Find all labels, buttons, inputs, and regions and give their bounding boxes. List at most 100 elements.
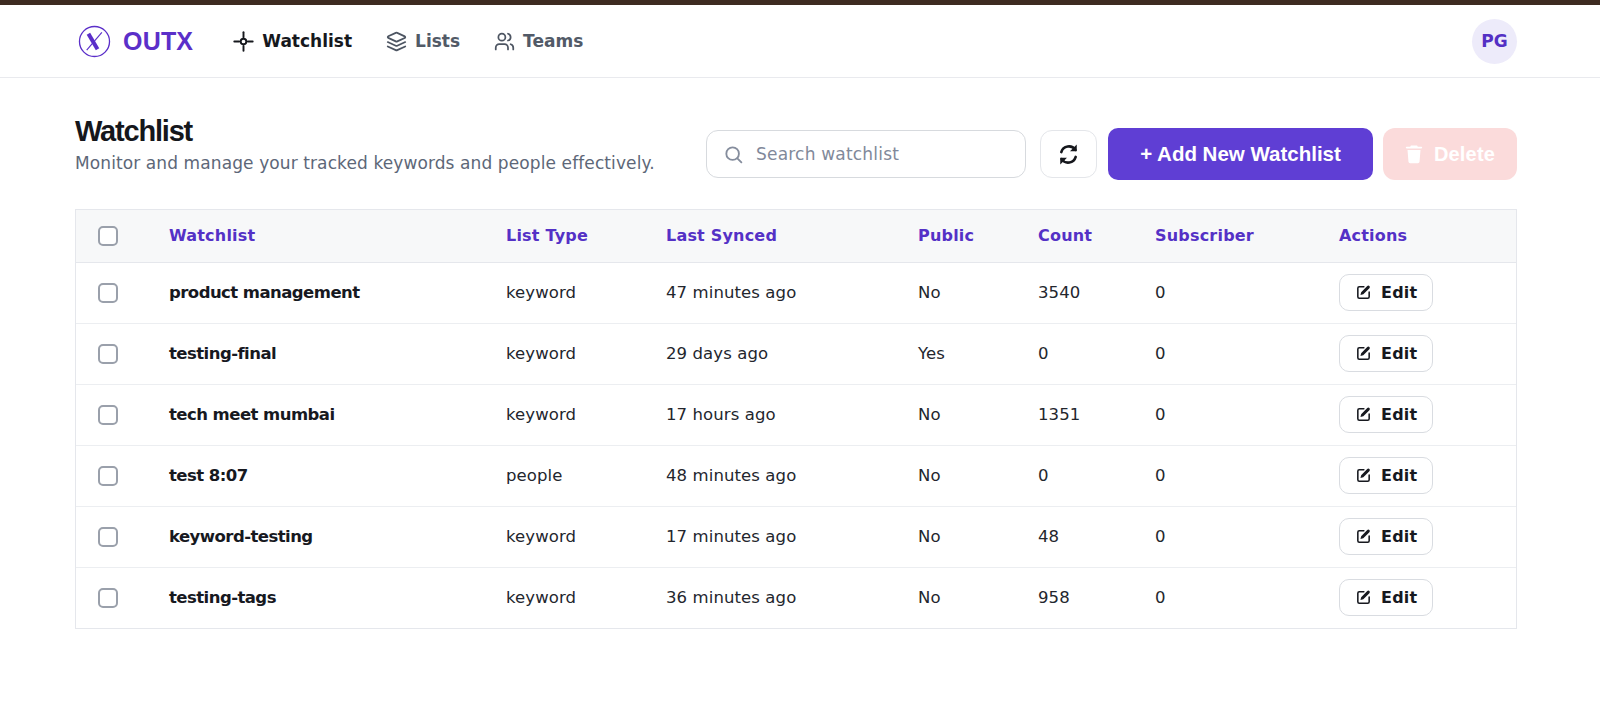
- nav-item-teams[interactable]: Teams: [494, 31, 583, 52]
- add-new-watchlist-button[interactable]: + Add New Watchlist: [1108, 128, 1373, 180]
- table-row: product management keyword 47 minutes ag…: [76, 262, 1516, 323]
- cell-watchlist-name: keyword-testing: [169, 506, 506, 567]
- search-icon: [723, 144, 744, 165]
- table-row: test 8:07 people 48 minutes ago No 0 0 E…: [76, 445, 1516, 506]
- page-head: Watchlist Monitor and manage your tracke…: [75, 117, 1517, 180]
- table-row: tech meet mumbai keyword 17 hours ago No…: [76, 384, 1516, 445]
- cell-watchlist-name: testing-final: [169, 323, 506, 384]
- cell-count: 1351: [1038, 384, 1155, 445]
- cell-watchlist-name: tech meet mumbai: [169, 384, 506, 445]
- cell-subscriber: 0: [1155, 567, 1339, 628]
- refresh-button[interactable]: [1040, 130, 1097, 178]
- cell-public: No: [918, 384, 1038, 445]
- table-header-row: Watchlist List Type Last Synced Public C…: [76, 210, 1516, 262]
- page-head-text: Watchlist Monitor and manage your tracke…: [75, 117, 655, 173]
- search-input[interactable]: [756, 144, 1011, 164]
- trash-icon: [1405, 144, 1423, 164]
- edit-button[interactable]: Edit: [1339, 457, 1433, 494]
- cell-list-type: keyword: [506, 506, 666, 567]
- column-header-watchlist: Watchlist: [169, 210, 506, 262]
- column-header-public: Public: [918, 210, 1038, 262]
- layers-icon: [386, 31, 407, 52]
- nav-links: Watchlist Lists Teams: [233, 31, 583, 52]
- row-checkbox[interactable]: [98, 405, 118, 425]
- cell-count: 0: [1038, 323, 1155, 384]
- users-icon: [494, 31, 515, 52]
- main-content: Watchlist Monitor and manage your tracke…: [0, 78, 1600, 629]
- delete-label: Delete: [1434, 143, 1495, 166]
- cell-last-synced: 17 minutes ago: [666, 506, 918, 567]
- cell-count: 0: [1038, 445, 1155, 506]
- edit-label: Edit: [1381, 405, 1417, 424]
- row-checkbox[interactable]: [98, 527, 118, 547]
- cell-list-type: people: [506, 445, 666, 506]
- cell-public: Yes: [918, 323, 1038, 384]
- table-row: testing-tags keyword 36 minutes ago No 9…: [76, 567, 1516, 628]
- cell-list-type: keyword: [506, 323, 666, 384]
- column-header-actions: Actions: [1339, 210, 1516, 262]
- table-row: testing-final keyword 29 days ago Yes 0 …: [76, 323, 1516, 384]
- cell-count: 48: [1038, 506, 1155, 567]
- crosshair-icon: [233, 31, 254, 52]
- row-checkbox[interactable]: [98, 344, 118, 364]
- edit-button[interactable]: Edit: [1339, 579, 1433, 616]
- cell-list-type: keyword: [506, 567, 666, 628]
- edit-label: Edit: [1381, 527, 1417, 546]
- column-header-last-synced: Last Synced: [666, 210, 918, 262]
- edit-button[interactable]: Edit: [1339, 396, 1433, 433]
- nav-item-lists[interactable]: Lists: [386, 31, 460, 52]
- row-checkbox[interactable]: [98, 588, 118, 608]
- cell-subscriber: 0: [1155, 262, 1339, 323]
- cell-last-synced: 17 hours ago: [666, 384, 918, 445]
- cell-subscriber: 0: [1155, 506, 1339, 567]
- delete-button[interactable]: Delete: [1383, 128, 1517, 180]
- edit-pencil-icon: [1355, 528, 1372, 545]
- cell-last-synced: 48 minutes ago: [666, 445, 918, 506]
- column-header-count: Count: [1038, 210, 1155, 262]
- cell-public: No: [918, 506, 1038, 567]
- edit-button[interactable]: Edit: [1339, 518, 1433, 555]
- edit-pencil-icon: [1355, 589, 1372, 606]
- edit-pencil-icon: [1355, 406, 1372, 423]
- edit-label: Edit: [1381, 344, 1417, 363]
- select-all-checkbox[interactable]: [98, 226, 118, 246]
- edit-label: Edit: [1381, 283, 1417, 302]
- row-checkbox[interactable]: [98, 466, 118, 486]
- edit-label: Edit: [1381, 588, 1417, 607]
- edit-label: Edit: [1381, 466, 1417, 485]
- page-title: Watchlist: [75, 117, 655, 146]
- table-row: keyword-testing keyword 17 minutes ago N…: [76, 506, 1516, 567]
- row-checkbox[interactable]: [98, 283, 118, 303]
- column-header-list-type: List Type: [506, 210, 666, 262]
- edit-button[interactable]: Edit: [1339, 335, 1433, 372]
- cell-count: 3540: [1038, 262, 1155, 323]
- nav-item-watchlist[interactable]: Watchlist: [233, 31, 352, 52]
- outx-logo-icon: [78, 25, 111, 58]
- cell-subscriber: 0: [1155, 384, 1339, 445]
- cell-public: No: [918, 445, 1038, 506]
- cell-watchlist-name: product management: [169, 262, 506, 323]
- avatar[interactable]: PG: [1472, 19, 1517, 64]
- cell-public: No: [918, 567, 1038, 628]
- cell-last-synced: 47 minutes ago: [666, 262, 918, 323]
- cell-watchlist-name: test 8:07: [169, 445, 506, 506]
- edit-pencil-icon: [1355, 345, 1372, 362]
- edit-pencil-icon: [1355, 467, 1372, 484]
- search-box: [706, 130, 1026, 178]
- refresh-icon: [1057, 143, 1080, 166]
- cell-watchlist-name: testing-tags: [169, 567, 506, 628]
- cell-last-synced: 36 minutes ago: [666, 567, 918, 628]
- toolbar: + Add New Watchlist Delete: [706, 128, 1517, 180]
- page-subtitle: Monitor and manage your tracked keywords…: [75, 153, 655, 173]
- cell-public: No: [918, 262, 1038, 323]
- watchlist-table: Watchlist List Type Last Synced Public C…: [75, 209, 1517, 629]
- navbar: OUTX Watchlist Lists: [0, 5, 1600, 78]
- brand[interactable]: OUTX: [78, 25, 193, 58]
- column-header-subscriber: Subscriber: [1155, 210, 1339, 262]
- cell-count: 958: [1038, 567, 1155, 628]
- cell-last-synced: 29 days ago: [666, 323, 918, 384]
- cell-subscriber: 0: [1155, 323, 1339, 384]
- edit-button[interactable]: Edit: [1339, 274, 1433, 311]
- cell-subscriber: 0: [1155, 445, 1339, 506]
- cell-list-type: keyword: [506, 262, 666, 323]
